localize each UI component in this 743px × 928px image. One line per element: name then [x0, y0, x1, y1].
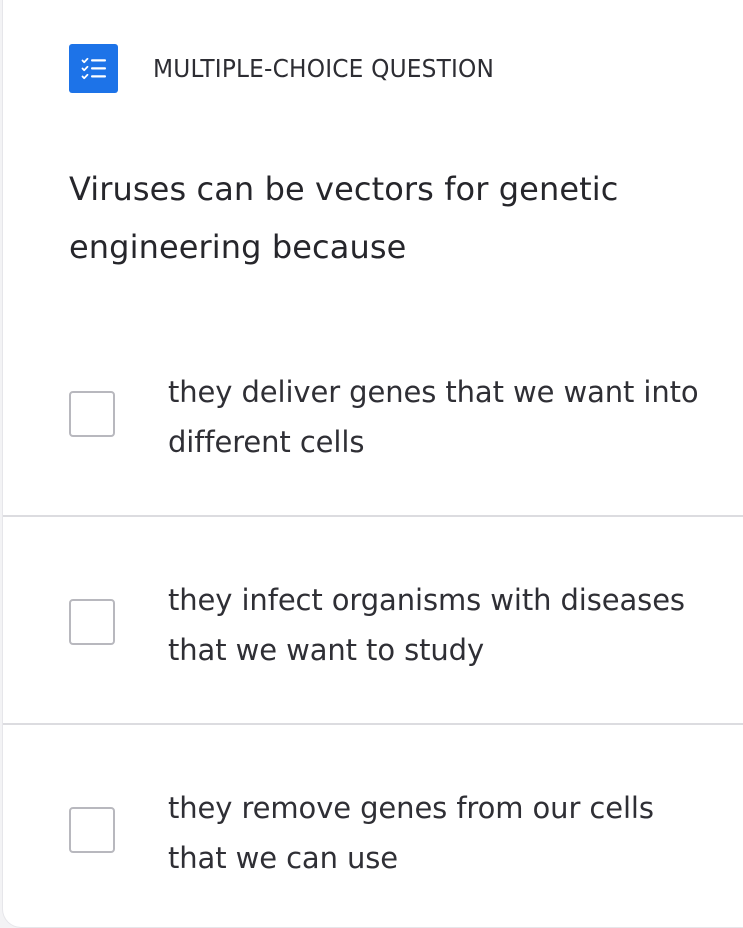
checklist-icon	[69, 44, 118, 93]
question-type-label: MULTIPLE-CHOICE QUESTION	[153, 54, 495, 83]
answer-checkbox[interactable]	[69, 599, 115, 645]
answer-checkbox[interactable]	[69, 807, 115, 853]
answer-option[interactable]: they deliver genes that we want into dif…	[3, 308, 743, 517]
question-card: MULTIPLE-CHOICE QUESTION Viruses can be …	[3, 0, 743, 927]
answer-option-label: they remove genes from our cells that we…	[168, 791, 654, 875]
answer-checkbox[interactable]	[69, 391, 115, 437]
answer-option-label: they deliver genes that we want into dif…	[168, 375, 699, 459]
answer-option[interactable]: they infect organisms with diseases that…	[3, 516, 743, 725]
question-text: Viruses can be vectors for genetic engin…	[69, 170, 619, 266]
question-header: MULTIPLE-CHOICE QUESTION	[69, 44, 520, 93]
answer-option-label: they infect organisms with diseases that…	[168, 583, 685, 667]
answer-option[interactable]: they remove genes from our cells that we…	[3, 724, 743, 927]
